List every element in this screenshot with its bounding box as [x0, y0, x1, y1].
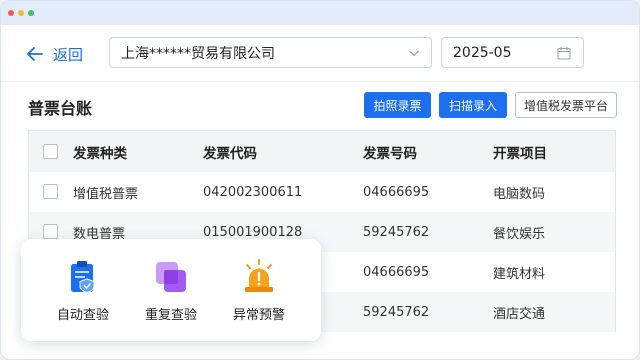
cell-number: 04666695	[363, 184, 430, 200]
back-button[interactable]: 返回	[26, 43, 83, 65]
cell-item: 建筑材料	[493, 266, 546, 282]
header-divider	[1, 81, 639, 82]
repeat-check-button[interactable]: 重复查验	[131, 259, 211, 329]
select-all-checkbox[interactable]	[43, 144, 58, 159]
app-window: 返回 上海******贸易有限公司 2025-05 普票台账 拍照录票 扫描录入…	[0, 0, 640, 360]
cell-item: 餐饮娱乐	[493, 226, 546, 242]
alert-button[interactable]: 异常预警	[219, 259, 299, 329]
cell-number: 04666695	[363, 264, 430, 280]
chevron-down-icon	[409, 50, 419, 57]
close-window-dot[interactable]	[8, 10, 14, 16]
company-select[interactable]: 上海******贸易有限公司	[109, 37, 432, 68]
month-picker[interactable]: 2025-05	[441, 37, 584, 68]
repeat-check-label: 重复查验	[144, 308, 197, 323]
auto-check-label: 自动查验	[56, 308, 109, 323]
month-picker-value: 2025-05	[453, 44, 512, 61]
column-header-number: 发票号码	[363, 145, 417, 162]
cell-item: 酒店交通	[493, 306, 546, 322]
row-checkbox[interactable]	[43, 224, 58, 239]
title-bar	[1, 1, 639, 25]
alert-label: 异常预警	[232, 308, 285, 323]
photo-entry-button[interactable]: 拍照录票	[364, 92, 431, 118]
cell-code: 042002300611	[203, 184, 303, 200]
stacked-squares-icon	[156, 262, 186, 292]
arrow-left-icon	[27, 47, 43, 61]
calendar-icon	[557, 47, 571, 60]
column-header-type: 发票种类	[73, 145, 127, 162]
cell-number: 59245762	[363, 224, 430, 240]
minimize-window-dot[interactable]	[18, 10, 24, 16]
clipboard-shield-icon	[71, 261, 95, 294]
auto-check-button[interactable]: 自动查验	[43, 259, 123, 329]
company-select-value: 上海******贸易有限公司	[121, 45, 275, 62]
page-title: 普票台账	[28, 99, 93, 118]
maximize-window-dot[interactable]	[28, 10, 34, 16]
vat-platform-button[interactable]: 增值税发票平台	[515, 92, 617, 118]
cell-type: 增值税普票	[73, 186, 139, 202]
warning-beacon-icon	[245, 259, 273, 292]
back-label: 返回	[53, 45, 84, 64]
table-row[interactable]: 增值税普票 042002300611 04666695 电脑数码	[29, 172, 615, 212]
column-header-code: 发票代码	[203, 145, 257, 162]
quick-tools-popup: 自动查验 重复查验 异常预警	[21, 239, 321, 341]
table-header-row: 发票种类 发票代码 发票号码 开票项目	[29, 131, 615, 172]
row-checkbox[interactable]	[43, 184, 58, 199]
column-header-item: 开票项目	[493, 145, 547, 162]
scan-entry-button[interactable]: 扫描录入	[439, 92, 507, 118]
cell-item: 电脑数码	[493, 186, 546, 202]
cell-number: 59245762	[363, 304, 430, 320]
